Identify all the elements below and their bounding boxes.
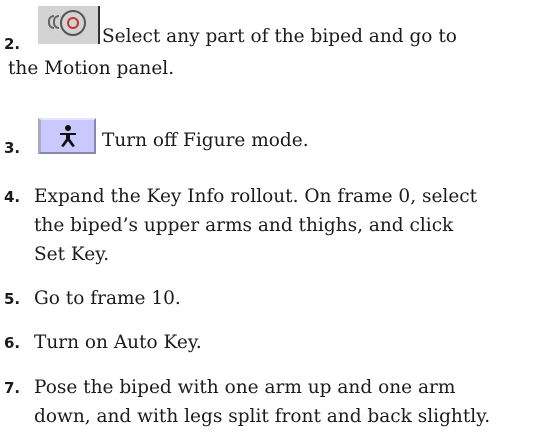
step-6: 6. Turn on Auto Key. — [4, 328, 536, 357]
step-number: 4. — [4, 188, 21, 206]
step-line: Expand the Key Info rollout. On frame 0,… — [34, 186, 478, 207]
step-line: the Motion panel. — [8, 58, 175, 79]
step-number: 5. — [4, 290, 21, 308]
step-number: 6. — [4, 334, 21, 352]
arc-decoration — [53, 15, 59, 29]
step-line: Turn on Auto Key. — [34, 332, 202, 353]
step-2: 2. Select any part of the biped and go t… — [4, 6, 536, 83]
step-7: 7. Pose the biped with one arm up and on… — [4, 373, 536, 431]
step-4: 4. Expand the Key Info rollout. On frame… — [4, 182, 536, 269]
step-number: 7. — [4, 379, 21, 397]
motion-panel-icon — [38, 6, 100, 44]
step-number: 2. — [4, 35, 21, 53]
instruction-steps: 2. Select any part of the biped and go t… — [0, 0, 540, 444]
biped-figure-icon — [59, 125, 76, 147]
step-line: Go to frame 10. — [34, 288, 181, 309]
step-line: Set Key. — [34, 244, 110, 265]
step-3: 3. Turn off Figure mode. — [4, 118, 536, 157]
step-number: 3. — [4, 139, 21, 157]
ring-center — [67, 17, 79, 29]
step-line: down, and with legs split front and back… — [34, 406, 491, 427]
step-line: the biped’s upper arms and thighs, and c… — [34, 215, 454, 236]
ring — [60, 10, 86, 36]
step-5: 5. Go to frame 10. — [4, 284, 536, 313]
figure-mode-icon — [38, 118, 96, 154]
step-line: Pose the biped with one arm up and one a… — [34, 377, 456, 398]
